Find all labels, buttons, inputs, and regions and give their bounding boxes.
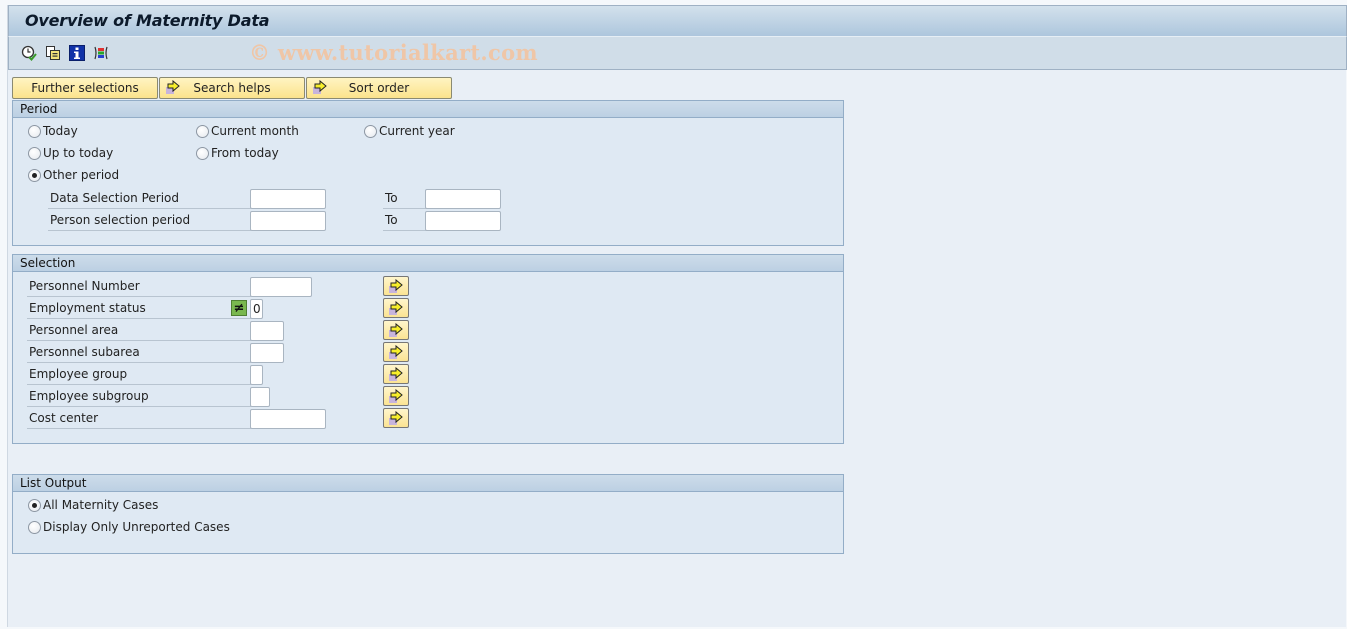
employment-status-multiple-selection-button[interactable] [383,298,409,318]
multiple-selection-arrow-icon [312,79,328,99]
radio-button[interactable] [28,520,41,534]
selection-option-not-equal-icon[interactable]: ≠ [231,300,247,316]
page-title: Overview of Maternity Data [25,11,270,30]
employee-group-label: Employee group [27,364,251,385]
data-selection-period-label: Data Selection Period [48,188,251,209]
radio-label: From today [211,146,279,160]
employee-subgroup-label: Employee subgroup [27,386,251,407]
radio-other-period[interactable]: Other period [28,168,119,182]
data-selection-period-from-input[interactable] [250,189,326,209]
get-variant-icon[interactable] [44,44,62,62]
period-group: Period Today Current month Current year … [12,100,844,246]
person-selection-period-to-label: To [383,210,428,231]
list-output-group-title: List Output [13,475,843,492]
employee-subgroup-multiple-selection-button[interactable] [383,386,409,406]
sap-screen: Overview of Maternity Data © www.tutoria… [7,5,1347,627]
personnel-number-label: Personnel Number [27,276,251,297]
employee-group-input[interactable] [250,365,263,385]
employment-status-input[interactable]: 0 [250,299,263,319]
cost-center-label: Cost center [27,408,251,429]
radio-today[interactable]: Today [28,124,78,138]
cost-center-multiple-selection-button[interactable] [383,408,409,428]
radio-display-only-unreported-cases[interactable]: Display Only Unreported Cases [28,520,230,534]
personnel-area-multiple-selection-button[interactable] [383,320,409,340]
further-selections-button[interactable]: Further selections [12,77,158,99]
program-documentation-icon[interactable] [68,44,86,62]
execute-icon[interactable] [20,44,38,62]
multiple-selection-arrow-icon [165,79,181,99]
data-selection-period-to-label: To [383,188,428,209]
personnel-number-input[interactable] [250,277,312,297]
further-selections-label: Further selections [31,81,139,95]
application-toolbar: © www.tutorialkart.com [8,36,1347,70]
sort-order-label: Sort order [348,81,410,95]
radio-from-today[interactable]: From today [196,146,279,160]
radio-label: Up to today [43,146,114,160]
person-selection-period-from-input[interactable] [250,211,326,231]
period-group-title: Period [13,101,843,118]
list-output-group: List Output All Maternity Cases Display … [12,474,844,554]
search-helps-button[interactable]: Search helps [159,77,305,99]
personnel-number-multiple-selection-button[interactable] [383,276,409,296]
radio-label: Current year [379,124,455,138]
radio-label: Display Only Unreported Cases [43,520,230,534]
radio-label: Today [43,124,78,138]
radio-label: Other period [43,168,120,182]
personnel-area-label: Personnel area [27,320,251,341]
dynamic-selections-icon[interactable] [92,44,110,62]
selection-group-title: Selection [13,255,843,272]
radio-label: All Maternity Cases [43,498,159,512]
radio-button[interactable] [28,124,41,138]
person-selection-period-label: Person selection period [48,210,251,231]
radio-all-maternity-cases[interactable]: All Maternity Cases [28,498,158,512]
cost-center-input[interactable] [250,409,326,429]
sort-order-button[interactable]: Sort order [306,77,452,99]
radio-button[interactable] [28,146,41,160]
watermark: © www.tutorialkart.com [249,40,538,65]
personnel-subarea-multiple-selection-button[interactable] [383,342,409,362]
radio-button-selected[interactable] [28,498,41,512]
search-helps-label: Search helps [193,81,271,95]
personnel-area-input[interactable] [250,321,284,341]
radio-button-selected[interactable] [28,168,41,182]
radio-button[interactable] [196,124,209,138]
title-bar: Overview of Maternity Data [8,5,1347,36]
radio-button[interactable] [196,146,209,160]
personnel-subarea-input[interactable] [250,343,284,363]
radio-current-month[interactable]: Current month [196,124,299,138]
employment-status-label: Employment status [27,298,251,319]
radio-current-year[interactable]: Current year [364,124,455,138]
employee-subgroup-input[interactable] [250,387,270,407]
selection-group: Selection Personnel Number Employment st… [12,254,844,444]
employee-group-multiple-selection-button[interactable] [383,364,409,384]
radio-up-to-today[interactable]: Up to today [28,146,113,160]
radio-label: Current month [211,124,299,138]
personnel-subarea-label: Personnel subarea [27,342,251,363]
person-selection-period-to-input[interactable] [425,211,501,231]
radio-button[interactable] [364,124,377,138]
data-selection-period-to-input[interactable] [425,189,501,209]
